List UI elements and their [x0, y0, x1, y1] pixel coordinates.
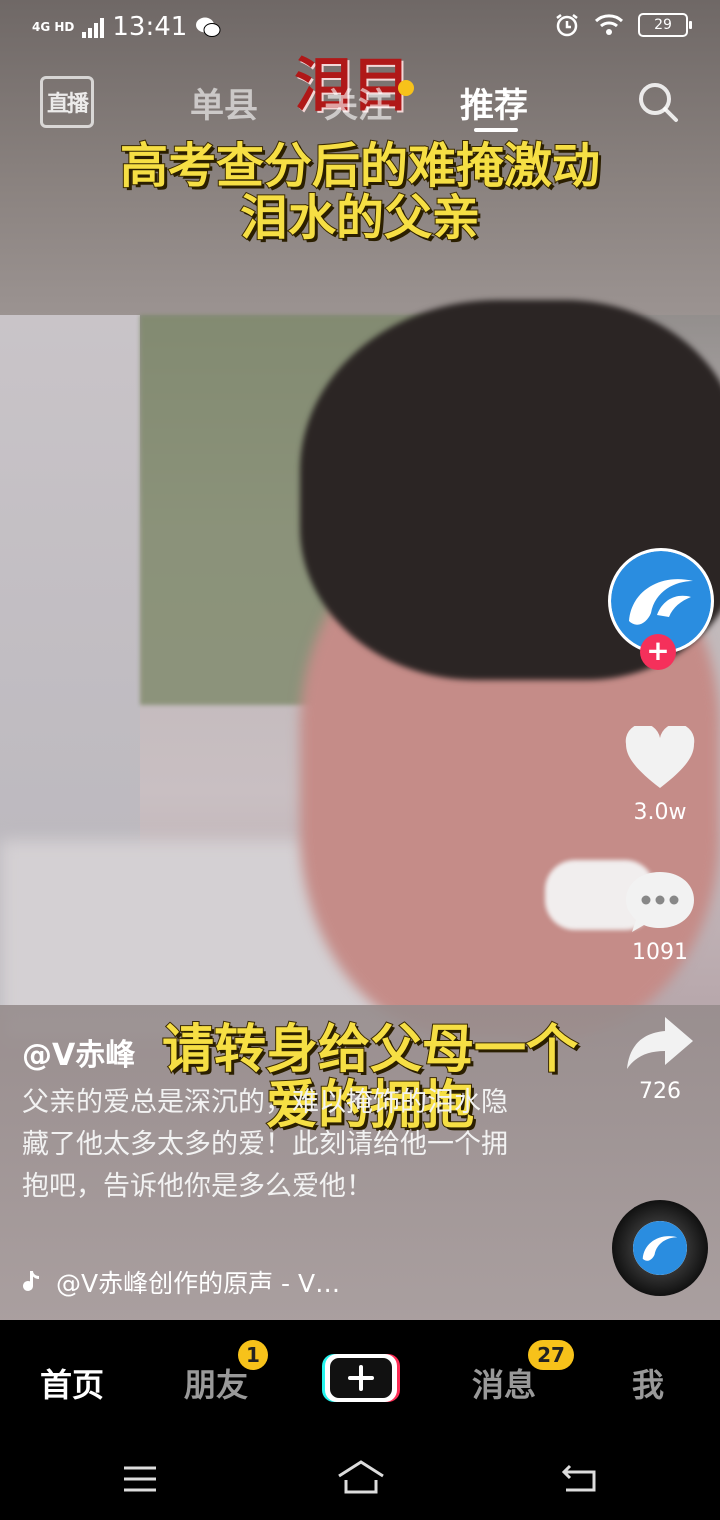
active-tab-indicator — [474, 128, 518, 132]
share-button[interactable]: 726 — [600, 1013, 720, 1104]
following-dot — [398, 80, 414, 96]
network-label: 4G HD — [32, 20, 75, 34]
video-description[interactable]: 父亲的爱总是深沉的，难以掩饰的泪水隐藏了他太多太多的爱！此刻请给他一个拥抱吧，告… — [22, 1082, 512, 1208]
caption-top-line2: 泪水的父亲 — [239, 190, 481, 246]
home-icon[interactable] — [336, 1458, 386, 1496]
author-name[interactable]: @V赤峰 — [22, 1030, 135, 1074]
signal-icon — [82, 16, 105, 38]
heart-icon — [625, 726, 695, 788]
like-count: 3.0w — [633, 800, 687, 825]
alarm-icon — [556, 14, 578, 37]
menu-icon[interactable] — [122, 1464, 158, 1494]
share-count: 726 — [639, 1079, 681, 1104]
like-button[interactable]: 3.0w — [600, 726, 720, 825]
battery-icon: 29 — [638, 13, 692, 37]
music-disc[interactable] — [612, 1200, 708, 1296]
nav-friends[interactable]: 朋友 — [184, 1360, 248, 1406]
back-icon[interactable] — [560, 1462, 600, 1494]
messages-badge: 27 — [528, 1340, 574, 1370]
share-icon — [627, 1017, 693, 1069]
search-icon[interactable] — [636, 80, 680, 124]
disc-cover-icon — [633, 1221, 687, 1275]
tab-following[interactable]: 关注 — [324, 78, 392, 127]
wechat-icon — [196, 17, 221, 37]
music-note-icon — [23, 1271, 39, 1291]
create-button[interactable] — [322, 1352, 400, 1404]
wifi-icon — [594, 14, 624, 35]
caption-top-line1: 高考查分后的难掩激动 — [119, 138, 601, 194]
live-icon[interactable]: 直播 — [40, 76, 94, 128]
battery-level: 29 — [654, 17, 672, 33]
comment-count: 1091 — [632, 940, 688, 965]
friends-badge: 1 — [238, 1340, 268, 1370]
top-nav: 直播 单县 关注 推荐 — [0, 70, 720, 140]
system-nav-bar — [0, 1440, 720, 1520]
follow-button[interactable]: + — [640, 634, 676, 670]
status-time: 13:41 — [112, 12, 188, 42]
comment-icon — [626, 872, 694, 932]
comment-button[interactable]: 1091 — [600, 868, 720, 965]
nav-home[interactable]: 首页 — [40, 1360, 104, 1406]
caption-bottom-line1: 请转身给父母一个 — [161, 1020, 579, 1080]
tab-recommend[interactable]: 推荐 — [460, 78, 528, 127]
caption-top: 高考查分后的难掩激动 泪水的父亲 — [40, 138, 680, 246]
bottom-nav: 首页 朋友 1 消息 27 我 — [0, 1320, 720, 1440]
sound-title: @V赤峰创作的原声 - V… — [56, 1269, 341, 1298]
tab-local[interactable]: 单县 — [190, 78, 258, 127]
nav-messages[interactable]: 消息 — [472, 1360, 536, 1406]
nav-me[interactable]: 我 — [632, 1360, 664, 1406]
sound-link[interactable]: @V赤峰创作的原声 - V… — [22, 1264, 340, 1300]
